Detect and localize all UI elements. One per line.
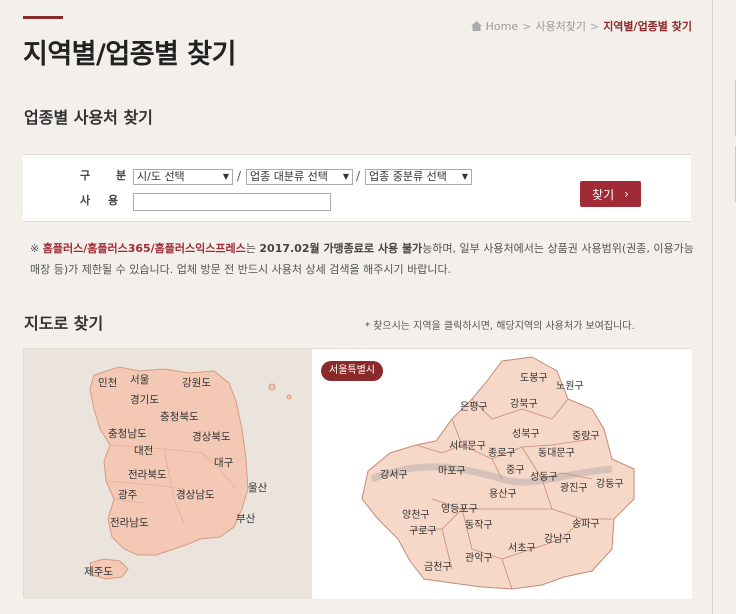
korea-map: 인천 서울 강원도 경기도 충청북도 충청남도 대전 경상북도 대구 전라북도 … (24, 349, 312, 599)
district-seongdong[interactable]: 성동구 (530, 468, 558, 483)
find-button-label: 찾기 (592, 187, 615, 202)
region-gwangju[interactable]: 광주 (118, 487, 137, 502)
region-jeonbuk[interactable]: 전라북도 (128, 467, 167, 482)
district-seodaemun[interactable]: 서대문구 (449, 437, 486, 452)
region-chungnam[interactable]: 충청남도 (108, 426, 147, 441)
district-dobong[interactable]: 도봉구 (520, 369, 548, 384)
chevron-down-icon: ▼ (222, 172, 230, 181)
major-category-select-value: 업종 대분류 선택 (250, 170, 328, 183)
region-gyeongbuk[interactable]: 경상북도 (192, 429, 231, 444)
breadcrumb-separator-icon: > (589, 19, 600, 33)
notice-brands: 홈플러스/홈플러스365/홈플러스익스프레스 (42, 242, 246, 255)
district-gangbuk[interactable]: 강북구 (510, 395, 538, 410)
seoul-map: 서울특별시 도봉구 노원구 은평구 강북구 성북구 중랑구 서대문구 종로구 동… (312, 349, 692, 599)
right-sidebar-edge (712, 0, 736, 614)
map-section-title: 지도로 찾기 (24, 314, 104, 333)
search-form: 구 분 사 용 처 시/도 선택 ▼ / 업종 대분류 선택 ▼ / 업종 중분… (23, 154, 691, 222)
breadcrumb-home[interactable]: Home (486, 20, 518, 33)
district-eunpyeong[interactable]: 은평구 (460, 398, 488, 413)
district-gwangjin[interactable]: 광진구 (560, 479, 588, 494)
district-gangnam[interactable]: 강남구 (544, 530, 572, 545)
district-yangcheon[interactable]: 양천구 (402, 506, 430, 521)
chevron-down-icon: ▼ (342, 172, 350, 181)
breadcrumb-level1[interactable]: 사용처찾기 (535, 18, 586, 34)
district-songpa[interactable]: 송파구 (572, 515, 600, 530)
region-busan[interactable]: 부산 (236, 511, 255, 526)
district-jongno[interactable]: 종로구 (488, 444, 516, 459)
breadcrumb: Home > 사용처찾기 > 지역별/업종별 찾기 (470, 18, 692, 34)
district-geumcheon[interactable]: 금천구 (424, 558, 452, 573)
district-jung[interactable]: 중구 (506, 461, 524, 476)
map-hint: * 찾으시는 지역을 클릭하시면, 해당지역의 사용처가 보여집니다. (365, 321, 635, 332)
breadcrumb-current: 지역별/업종별 찾기 (603, 20, 692, 33)
page-title: 지역별/업종별 찾기 (23, 39, 236, 70)
notice-end-date: 2017.02월 가맹종료로 사용 불가 (259, 242, 423, 255)
merchant-name-input[interactable] (133, 193, 331, 211)
minor-category-select-value: 업종 중분류 선택 (369, 170, 447, 183)
breadcrumb-separator-icon: > (522, 19, 532, 33)
region-jeju[interactable]: 제주도 (84, 564, 113, 579)
district-jungnang[interactable]: 중랑구 (572, 427, 600, 442)
region-jeonnam[interactable]: 전라남도 (110, 515, 149, 530)
region-incheon[interactable]: 인천 (98, 375, 117, 390)
district-dongjak[interactable]: 동작구 (465, 516, 493, 531)
main-content: Home > 사용처찾기 > 지역별/업종별 찾기 지역별/업종별 찾기 업종별… (0, 0, 712, 614)
region-gyeongnam[interactable]: 경상남도 (176, 487, 215, 502)
map-panel: 인천 서울 강원도 경기도 충청북도 충청남도 대전 경상북도 대구 전라북도 … (23, 348, 692, 599)
title-accent-bar (23, 16, 63, 19)
district-seongbuk[interactable]: 성북구 (512, 425, 540, 440)
district-mapo[interactable]: 마포구 (438, 462, 466, 477)
select-divider: / (356, 169, 361, 183)
region-ulsan[interactable]: 울산 (248, 480, 267, 495)
district-gwanak[interactable]: 관악구 (465, 549, 493, 564)
region-seoul[interactable]: 서울 (130, 372, 149, 387)
seoul-badge: 서울특별시 (321, 361, 383, 381)
minor-category-select[interactable]: 업종 중분류 선택 ▼ (365, 169, 472, 185)
region-gyeonggi[interactable]: 경기도 (130, 392, 159, 407)
district-guro[interactable]: 구로구 (409, 522, 437, 537)
region-chungbuk[interactable]: 충청북도 (160, 409, 199, 424)
district-seocho[interactable]: 서초구 (508, 539, 536, 554)
notice-connector: 는 (245, 242, 260, 255)
district-yeongdeungpo[interactable]: 영등포구 (441, 500, 478, 515)
category-label: 구 분 (80, 169, 138, 182)
usage-notice: ※ 홈플러스/홈플러스365/홈플러스익스프레스는 2017.02월 가맹종료로… (30, 238, 695, 280)
major-category-select[interactable]: 업종 대분류 선택 ▼ (246, 169, 353, 185)
find-button[interactable]: 찾기 › (580, 181, 641, 207)
notice-mark: ※ (30, 242, 43, 255)
district-gangseo[interactable]: 강서구 (380, 466, 408, 481)
home-icon (470, 21, 482, 31)
seoul-map-shape (361, 356, 635, 590)
chevron-down-icon: ▼ (461, 172, 469, 181)
region-daejeon[interactable]: 대전 (134, 443, 153, 458)
region-select[interactable]: 시/도 선택 ▼ (133, 169, 233, 185)
select-divider: / (237, 169, 242, 183)
district-gangdong[interactable]: 강동구 (596, 475, 624, 490)
business-section-title: 업종별 사용처 찾기 (24, 108, 153, 127)
region-gangwon[interactable]: 강원도 (182, 375, 211, 390)
district-dongdaemun[interactable]: 동대문구 (538, 444, 575, 459)
district-nowon[interactable]: 노원구 (556, 377, 584, 392)
korea-map-shape (89, 366, 292, 580)
district-yongsan[interactable]: 용산구 (489, 485, 517, 500)
region-select-value: 시/도 선택 (137, 170, 185, 183)
region-daegu[interactable]: 대구 (214, 455, 233, 470)
chevron-right-icon: › (624, 187, 629, 201)
